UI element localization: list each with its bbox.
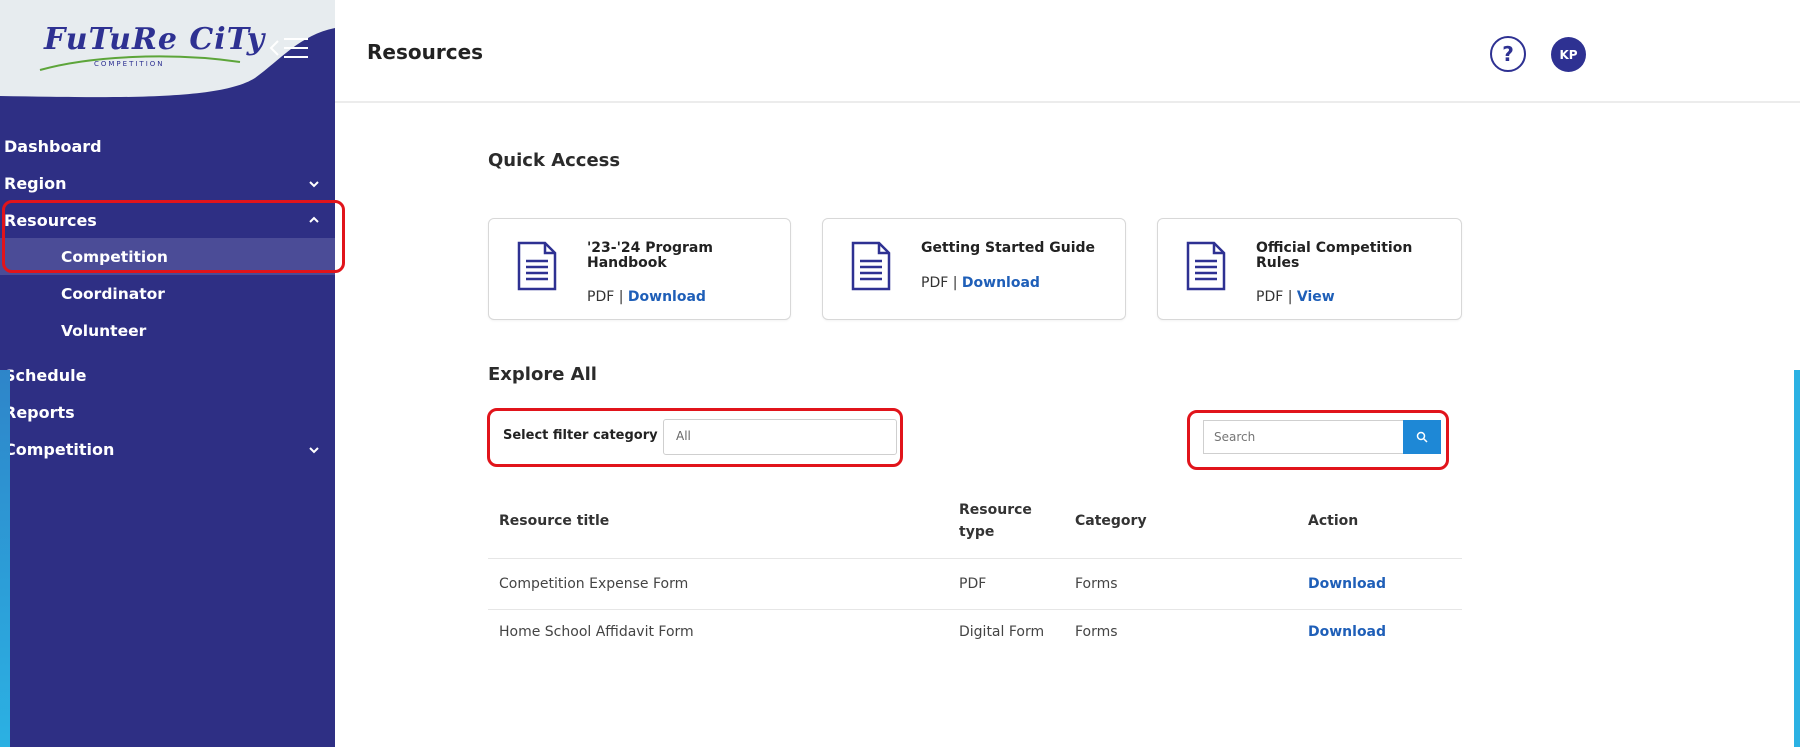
download-link[interactable]: Download	[1308, 576, 1386, 592]
collapse-menu-icon[interactable]	[268, 35, 310, 61]
top-header: Resources ? KP	[335, 0, 1800, 103]
help-icon[interactable]: ?	[1490, 36, 1526, 72]
chevron-up-icon	[309, 216, 319, 223]
quick-access-title: Quick Access	[488, 150, 621, 171]
download-link[interactable]: Download	[1308, 624, 1386, 640]
card-meta: PDF | Download	[587, 289, 706, 305]
search-button[interactable]	[1403, 420, 1441, 454]
download-link[interactable]: Download	[628, 289, 706, 305]
quick-access-card[interactable]: Getting Started Guide PDF | Download	[822, 218, 1126, 320]
separator: |	[1287, 289, 1293, 305]
card-title: '23-'24 Program Handbook	[587, 240, 713, 271]
sidebar-item-label: Volunteer	[61, 321, 147, 340]
row-category: Forms	[1075, 576, 1118, 592]
sidebar-nav: Dashboard Region Resources Competition C…	[0, 128, 335, 468]
row-divider	[488, 558, 1462, 559]
sidebar-item-resources[interactable]: Resources	[0, 202, 335, 238]
brand-logo[interactable]: FuTuRe CiTy	[44, 22, 265, 57]
sidebar-item-label: Reports	[4, 403, 75, 422]
sidebar-item-label: Competition	[61, 247, 168, 266]
document-icon	[1186, 241, 1226, 291]
sidebar: FuTuRe CiTy COMPETITION Dashboard Region…	[0, 0, 335, 747]
card-meta: PDF | Download	[921, 275, 1040, 291]
view-link[interactable]: View	[1297, 289, 1335, 305]
chevron-down-icon	[309, 180, 319, 187]
row-category: Forms	[1075, 624, 1118, 640]
avatar[interactable]: KP	[1551, 37, 1586, 72]
column-header-category: Category	[1075, 513, 1147, 529]
quick-access-card[interactable]: '23-'24 Program Handbook PDF | Download	[488, 218, 791, 320]
sidebar-item-label: Resources	[4, 210, 97, 230]
column-header-type: Resource type	[959, 499, 1032, 543]
filter-label: Select filter category	[503, 428, 658, 443]
column-header-type-line2: type	[959, 524, 995, 540]
file-type: PDF	[1256, 289, 1284, 305]
page-title: Resources	[367, 40, 484, 64]
row-title: Home School Affidavit Form	[499, 624, 694, 640]
sidebar-item-label: Dashboard	[4, 137, 102, 156]
separator: |	[952, 275, 958, 291]
sidebar-item-label: Schedule	[4, 366, 87, 385]
chevron-down-icon	[309, 446, 319, 453]
document-icon	[517, 241, 557, 291]
brand-logo-subtitle: COMPETITION	[94, 60, 165, 68]
right-accent-band	[1794, 370, 1800, 747]
search-icon	[1416, 431, 1428, 443]
logo-area: FuTuRe CiTy COMPETITION	[0, 0, 335, 100]
sidebar-item-resources-volunteer[interactable]: Volunteer	[0, 312, 335, 349]
column-header-title: Resource title	[499, 513, 610, 529]
sidebar-item-label: Competition	[4, 440, 115, 459]
filter-category-select[interactable]: All	[663, 419, 897, 455]
column-header-type-line1: Resource	[959, 502, 1032, 518]
row-type: Digital Form	[959, 624, 1045, 640]
quick-access-card[interactable]: Official Competition Rules PDF | View	[1157, 218, 1462, 320]
explore-all-title: Explore All	[488, 364, 597, 385]
row-type: PDF	[959, 576, 987, 592]
card-meta: PDF | View	[1256, 289, 1335, 305]
column-header-action: Action	[1308, 513, 1359, 529]
sidebar-item-region[interactable]: Region	[0, 165, 335, 202]
sidebar-item-label: Region	[4, 174, 67, 193]
row-divider	[488, 609, 1462, 610]
separator: |	[618, 289, 624, 305]
sidebar-item-dashboard[interactable]: Dashboard	[0, 128, 335, 165]
file-type: PDF	[921, 275, 949, 291]
download-link[interactable]: Download	[962, 275, 1040, 291]
card-title: Getting Started Guide	[921, 240, 1096, 256]
row-title: Competition Expense Form	[499, 576, 689, 592]
search-input[interactable]	[1203, 420, 1403, 454]
sidebar-item-label: Coordinator	[61, 284, 165, 303]
sidebar-item-resources-competition[interactable]: Competition	[0, 238, 335, 275]
file-type: PDF	[587, 289, 615, 305]
sidebar-accent-band	[0, 370, 10, 747]
sidebar-item-reports[interactable]: Reports	[0, 394, 335, 431]
document-icon	[851, 241, 891, 291]
card-title: Official Competition Rules	[1256, 240, 1413, 271]
sidebar-item-resources-coordinator[interactable]: Coordinator	[0, 275, 335, 312]
sidebar-item-schedule[interactable]: Schedule	[0, 357, 335, 394]
sidebar-item-competition[interactable]: Competition	[0, 431, 335, 468]
